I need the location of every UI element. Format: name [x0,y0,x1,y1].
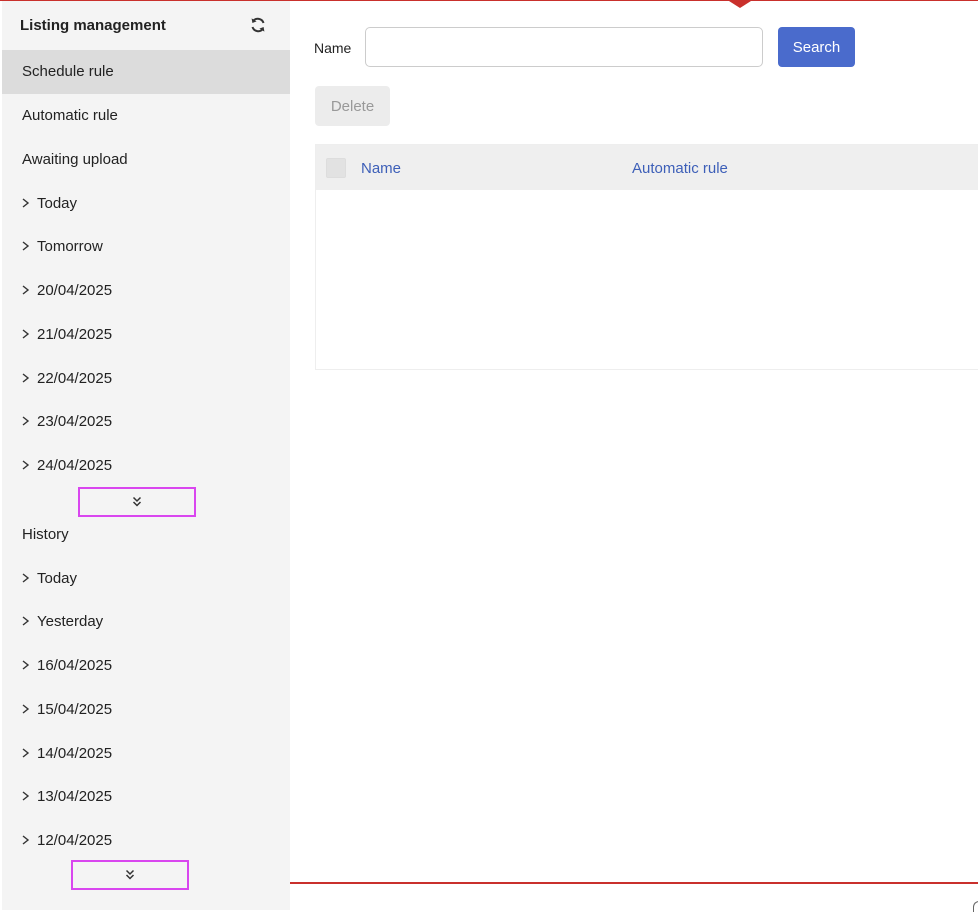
chevron-right-icon [22,704,30,714]
chevron-right-icon [22,660,30,670]
sidebar-item-label: Automatic rule [22,107,118,124]
sidebar-item-history-date[interactable]: 12/04/2025 [2,819,290,863]
double-chevron-down-icon [125,869,135,880]
sidebar-item-schedule-rule[interactable]: Schedule rule [2,50,290,94]
sidebar-item-label: 16/04/2025 [37,657,113,674]
sidebar-item-upload-date[interactable]: 20/04/2025 [2,269,290,313]
double-chevron-down-icon [132,496,142,507]
sidebar-item-upload-date[interactable]: 21/04/2025 [2,313,290,357]
rules-table: Name Automatic rule [315,144,978,370]
sidebar-item-label: 24/04/2025 [37,457,113,474]
sidebar-item-label: 21/04/2025 [37,326,113,343]
sidebar-item-label: Today [37,570,78,587]
chevron-right-icon [22,573,30,583]
column-header-automatic-rule[interactable]: Automatic rule [632,160,728,177]
sidebar-item-history-date[interactable]: 13/04/2025 [2,775,290,819]
table-header: Name Automatic rule [316,145,978,190]
corner-fragment [973,901,978,912]
chevron-right-icon [22,460,30,470]
sidebar: Listing management Schedule rule Automat… [2,1,290,910]
delete-button[interactable]: Delete [315,86,390,126]
sidebar-item-label: 15/04/2025 [37,701,113,718]
sidebar-item-label: 12/04/2025 [37,832,113,849]
refresh-icon[interactable] [248,15,268,35]
sidebar-item-label: 20/04/2025 [37,282,113,299]
chevron-right-icon [22,373,30,383]
chevron-right-icon [22,329,30,339]
sidebar-item-label: Tomorrow [37,238,103,255]
chevron-right-icon [22,285,30,295]
bottom-border [290,882,978,884]
sidebar-header: Listing management [2,1,290,49]
chevron-right-icon [22,616,30,626]
chevron-right-icon [22,835,30,845]
sidebar-item-label: 14/04/2025 [37,745,113,762]
sidebar-item-label: 23/04/2025 [37,413,113,430]
chevron-right-icon [22,748,30,758]
name-label: Name [314,40,352,56]
sidebar-item-history-date[interactable]: 15/04/2025 [2,688,290,732]
sidebar-item-automatic-rule[interactable]: Automatic rule [2,94,290,138]
sidebar-item-upload-today[interactable]: Today [2,182,290,226]
sidebar-item-label: Awaiting upload [22,151,128,168]
sidebar-item-history-yesterday[interactable]: Yesterday [2,600,290,644]
expand-history-button[interactable] [71,860,189,890]
sidebar-item-upload-date[interactable]: 22/04/2025 [2,357,290,401]
sidebar-item-awaiting-upload[interactable]: Awaiting upload [2,138,290,182]
sidebar-item-upload-date[interactable]: 23/04/2025 [2,400,290,444]
search-button[interactable]: Search [778,27,855,67]
sidebar-item-history-date[interactable]: 16/04/2025 [2,644,290,688]
sidebar-item-label: Today [37,195,78,212]
select-all-checkbox[interactable] [326,158,346,178]
sidebar-item-history[interactable]: History [2,513,290,557]
column-header-name[interactable]: Name [361,160,401,177]
chevron-right-icon [22,241,30,251]
chevron-right-icon [22,791,30,801]
chevron-right-icon [22,416,30,426]
chevron-right-icon [22,198,30,208]
sidebar-item-history-date[interactable]: 14/04/2025 [2,732,290,776]
sidebar-item-label: Yesterday [37,613,104,630]
sidebar-item-upload-tomorrow[interactable]: Tomorrow [2,225,290,269]
main-content: Name Search Delete Name Automatic rule [290,1,978,912]
sidebar-item-label: 22/04/2025 [37,370,113,387]
sidebar-title: Listing management [20,17,166,34]
sidebar-item-label: Schedule rule [22,63,114,80]
sidebar-item-label: 13/04/2025 [37,788,113,805]
sidebar-item-history-today[interactable]: Today [2,557,290,601]
name-search-input[interactable] [365,27,763,67]
sidebar-item-upload-date[interactable]: 24/04/2025 [2,444,290,488]
sidebar-item-label: History [22,526,69,543]
